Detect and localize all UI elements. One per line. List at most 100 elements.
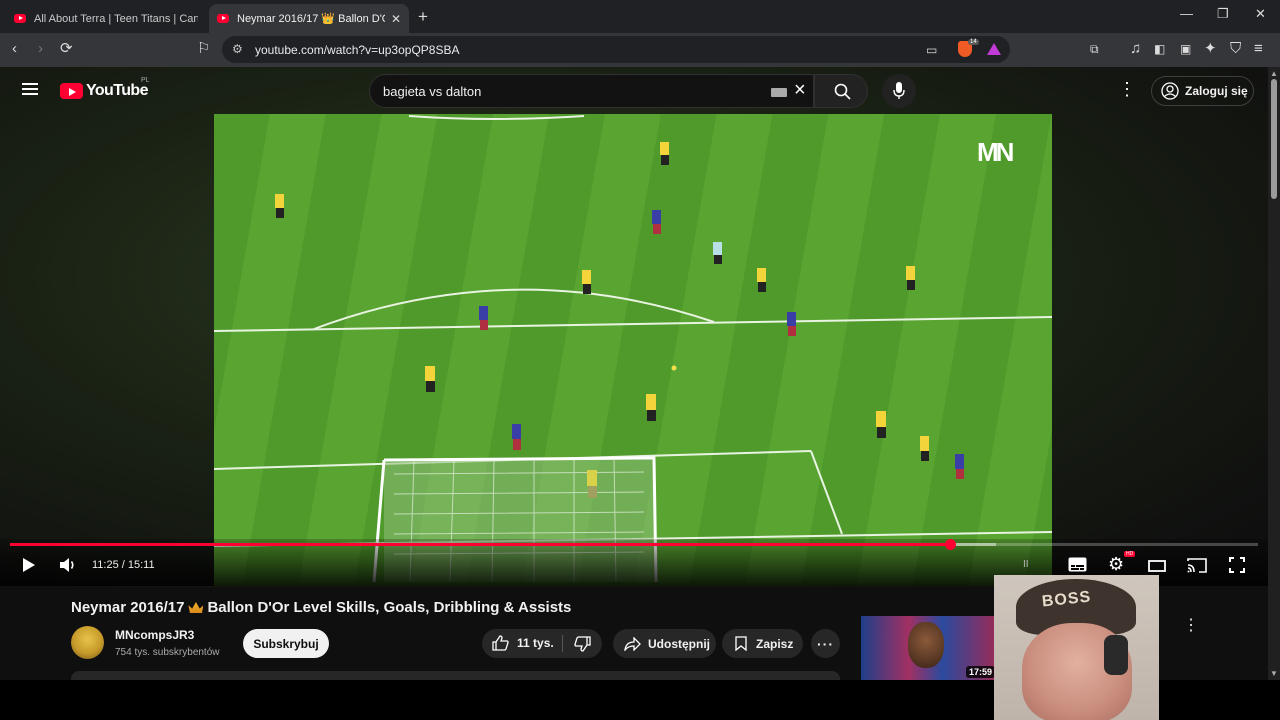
- progress-bar[interactable]: [10, 539, 1258, 550]
- save-label: Zapisz: [756, 636, 794, 651]
- leo-ai-icon[interactable]: ✦: [1204, 41, 1217, 57]
- browser-tab-neymar[interactable]: Neymar 2016/17 👑 Ballon D'Or ✕: [209, 4, 409, 33]
- thumbs-up-icon: [492, 635, 509, 651]
- scrollbar-thumb[interactable]: [1271, 79, 1277, 199]
- site-info-icon[interactable]: ⚙: [232, 42, 243, 56]
- thumbs-down-icon: [574, 636, 591, 652]
- subscribe-button[interactable]: Subskrybuj: [243, 629, 329, 658]
- reload-icon[interactable]: ⟳: [60, 41, 73, 57]
- logo-text: YouTube: [86, 82, 148, 99]
- dislike-button[interactable]: [574, 636, 591, 655]
- page-scrollbar[interactable]: ▲ ▼: [1268, 67, 1280, 680]
- country-code: PL: [141, 77, 150, 84]
- cast-tab-icon[interactable]: ▭: [926, 42, 937, 58]
- youtube-logo[interactable]: YouTube PL: [60, 77, 150, 100]
- screenshot-icon[interactable]: ⧉: [1090, 41, 1099, 57]
- like-dislike-group: 11 tys.: [482, 629, 602, 658]
- youtube-masthead: YouTube PL bagieta vs dalton × ⋮ Zaloguj…: [0, 67, 1268, 114]
- browser-toolbar: ‹ › ⟳ ⚐ ⚙ youtube.com/watch?v=up3opQP8SB…: [0, 33, 1280, 67]
- subtitles-button[interactable]: [1068, 557, 1087, 577]
- description-box[interactable]: [71, 671, 840, 680]
- url-text: youtube.com/watch?v=up3opQP8SBA: [255, 43, 460, 57]
- search-query: bagieta vs dalton: [383, 84, 482, 99]
- play-button[interactable]: [22, 557, 36, 578]
- address-bar[interactable]: ⚙ youtube.com/watch?v=up3opQP8SBA ▭ 14: [222, 36, 1010, 63]
- share-label: Udostępnij: [648, 636, 710, 651]
- video-content: MN: [214, 115, 1052, 583]
- minimize-window-icon[interactable]: —: [1180, 6, 1193, 21]
- channel-name[interactable]: MNcompsJR3: [115, 628, 194, 642]
- tab-title: Neymar 2016/17 👑 Ballon D'Or: [237, 13, 385, 25]
- video-frame[interactable]: MN: [214, 114, 1052, 586]
- youtube-favicon-icon: [14, 14, 26, 23]
- screen: All About Terra | Teen Titans | Cartoon …: [0, 0, 1280, 720]
- menu-icon[interactable]: [22, 83, 38, 95]
- settings-gear-icon[interactable]: ⚙: [1108, 555, 1124, 573]
- fullscreen-icon: [1229, 557, 1245, 573]
- like-divider: [562, 635, 563, 652]
- signin-label: Zaloguj się: [1185, 84, 1248, 98]
- related-video-menu-icon[interactable]: ⋮: [1183, 615, 1199, 635]
- signin-button[interactable]: Zaloguj się: [1151, 76, 1254, 106]
- more-actions-button[interactable]: ···: [811, 629, 840, 658]
- tab-title: All About Terra | Teen Titans | Cartoon: [34, 12, 198, 25]
- new-tab-button[interactable]: +: [418, 7, 428, 27]
- headphone: [1104, 635, 1128, 675]
- mute-button[interactable]: [59, 557, 77, 578]
- share-button[interactable]: Udostępnij: [613, 629, 716, 658]
- streamer-webcam-overlay: BOSS: [994, 575, 1159, 720]
- music-icon[interactable]: ♫: [1130, 41, 1141, 57]
- back-arrow-icon[interactable]: ‹: [12, 41, 17, 57]
- cast-icon: [1187, 558, 1207, 573]
- voice-search-button[interactable]: [882, 74, 916, 108]
- like-count: 11 tys.: [517, 636, 554, 650]
- microphone-icon: [893, 82, 905, 99]
- youtube-favicon-icon: [217, 14, 229, 23]
- search-icon: [834, 83, 851, 100]
- settings-dots-icon[interactable]: ⋮: [1118, 80, 1136, 98]
- vpn-icon[interactable]: ⛉: [1230, 41, 1241, 57]
- bookmark-icon[interactable]: ⚐: [197, 41, 210, 57]
- search-button[interactable]: [814, 74, 868, 108]
- clear-search-icon[interactable]: ×: [794, 79, 806, 102]
- channel-watermark: MN: [977, 137, 1014, 167]
- crown-icon: [188, 602, 204, 613]
- progress-played: [10, 543, 951, 546]
- keyboard-icon[interactable]: [771, 88, 787, 97]
- scroll-up-arrow-icon[interactable]: ▲: [1270, 69, 1278, 78]
- fullscreen-button[interactable]: [1229, 557, 1245, 578]
- brave-rewards-icon[interactable]: [987, 43, 1001, 55]
- bookmark-save-icon: [735, 636, 747, 651]
- like-button[interactable]: 11 tys.: [492, 635, 554, 651]
- browser-tab-terra[interactable]: All About Terra | Teen Titans | Cartoon: [6, 4, 206, 33]
- autoplay-toggle[interactable]: II: [1023, 559, 1029, 570]
- search-input[interactable]: bagieta vs dalton ×: [369, 74, 814, 108]
- save-button[interactable]: Zapisz: [722, 629, 803, 658]
- thumbnail-player-figure: [908, 622, 944, 668]
- video-title-part2: Ballon D'Or Level Skills, Goals, Dribbli…: [207, 599, 572, 616]
- more-dots-icon: ···: [817, 635, 834, 652]
- wallet-icon[interactable]: ▣: [1180, 41, 1191, 57]
- penalty-box-side-line: [810, 450, 843, 535]
- volume-icon: [60, 558, 74, 572]
- related-video-thumbnail[interactable]: 17:59: [861, 616, 997, 680]
- cast-button[interactable]: [1187, 557, 1207, 578]
- scroll-down-arrow-icon[interactable]: ▼: [1270, 669, 1278, 678]
- channel-avatar[interactable]: [71, 626, 104, 659]
- top-arc-line: [408, 115, 585, 120]
- close-tab-icon[interactable]: ✕: [391, 12, 401, 26]
- video-title: Neymar 2016/17 Ballon D'Or Level Skills, …: [71, 599, 571, 616]
- close-window-icon[interactable]: ✕: [1255, 6, 1266, 22]
- maximize-window-icon[interactable]: ❐: [1217, 6, 1229, 22]
- play-icon: [23, 558, 35, 572]
- browser-menu-icon[interactable]: ≡: [1254, 41, 1263, 57]
- forward-arrow-icon[interactable]: ›: [38, 41, 43, 57]
- youtube-play-logo-icon: [60, 83, 83, 99]
- video-title-part1: Neymar 2016/17: [71, 599, 185, 616]
- search-bar: bagieta vs dalton ×: [369, 74, 868, 108]
- subtitles-icon: [1068, 557, 1087, 572]
- theater-mode-icon: [1148, 560, 1166, 572]
- related-video-duration: 17:59: [965, 666, 995, 678]
- sidebar-icon[interactable]: ◧: [1154, 41, 1165, 57]
- hd-badge: HD: [1124, 551, 1136, 557]
